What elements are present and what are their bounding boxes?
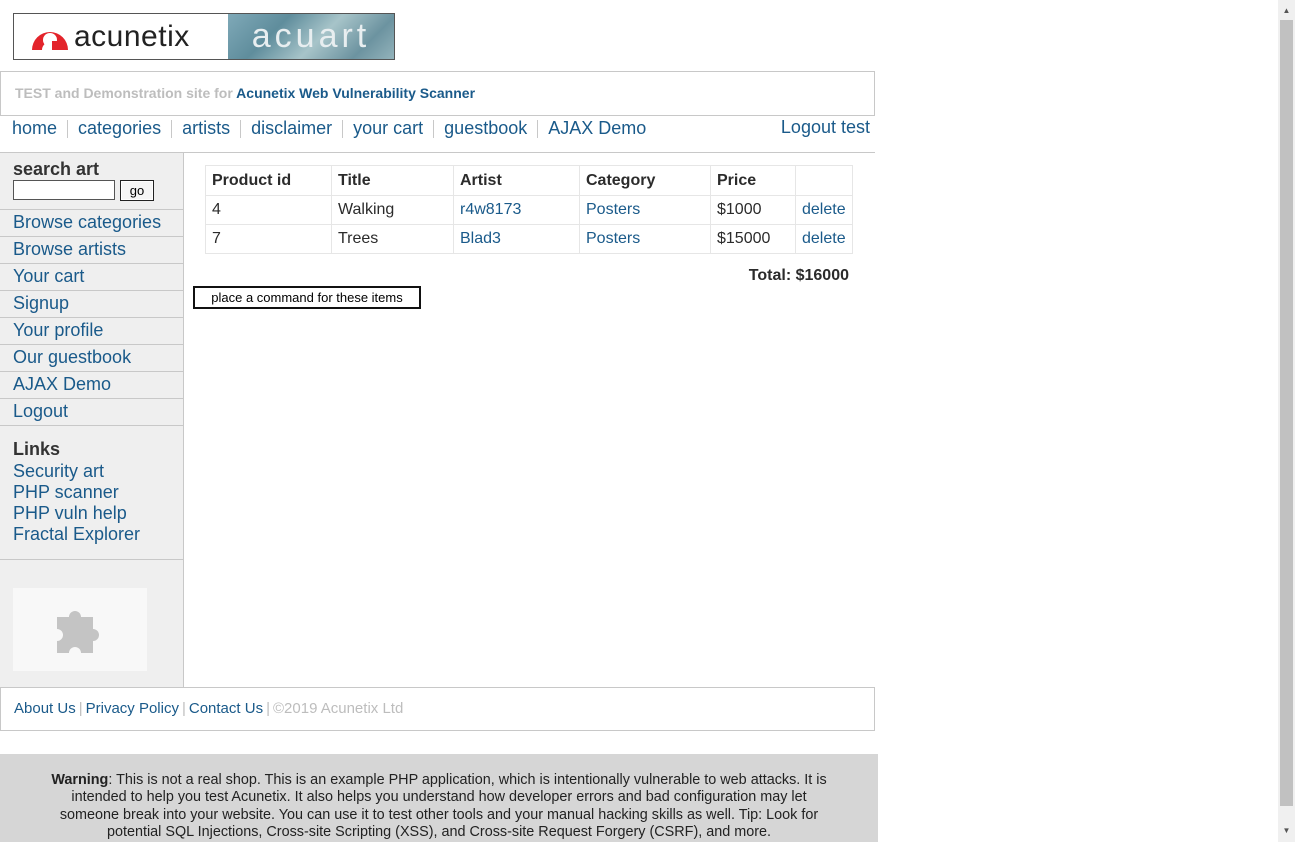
search-title: search art	[13, 159, 100, 179]
footer-contact-link[interactable]: Contact Us	[189, 700, 263, 717]
nav-your-cart[interactable]: your cart	[353, 118, 423, 139]
cell-price: $1000	[710, 195, 796, 225]
table-row: 4 Walking r4w8173 Posters $1000 delete	[205, 195, 853, 225]
scroll-up-arrow-icon[interactable]: ▲	[1278, 2, 1295, 19]
links-title: Links	[13, 439, 61, 459]
footer-privacy-link[interactable]: Privacy Policy	[86, 700, 179, 717]
cell-product-id: 4	[205, 195, 332, 225]
sidebar: search art go Browse categories Browse a…	[0, 153, 184, 687]
nav-guestbook[interactable]: guestbook	[444, 118, 527, 139]
acunetix-mark-icon	[32, 31, 68, 50]
acuart-banner: acuart	[228, 14, 394, 59]
warning-label: Warning	[51, 772, 109, 788]
tagline-brand-link[interactable]: Acunetix Web Vulnerability Scanner	[236, 85, 475, 101]
search-go-button[interactable]: go	[120, 180, 154, 201]
nav-categories[interactable]: categories	[78, 118, 161, 139]
place-order-button[interactable]: place a command for these items	[193, 286, 421, 309]
search-input[interactable]	[13, 180, 115, 200]
acuart-wordmark: acuart	[251, 17, 371, 55]
sidebar-item-browse-categories[interactable]: Browse categories	[13, 212, 161, 232]
nav-divider	[67, 119, 69, 138]
nav-logout-link[interactable]: Logout test	[781, 117, 870, 138]
link-fractal-explorer[interactable]: Fractal Explorer	[13, 524, 140, 544]
col-product-id: Product id	[205, 165, 332, 196]
delete-item-link[interactable]: delete	[802, 201, 846, 218]
acunetix-wordmark: acunetix	[74, 19, 190, 53]
cell-title: Trees	[331, 224, 454, 254]
nav-divider	[240, 119, 242, 138]
sidebar-item-logout[interactable]: Logout	[13, 401, 68, 421]
top-nav: home categories artists disclaimer your …	[0, 116, 875, 153]
cell-product-id: 7	[205, 224, 332, 254]
site-logo[interactable]: acunetix acuart	[13, 13, 395, 60]
sidebar-item-browse-artists[interactable]: Browse artists	[13, 239, 126, 259]
tagline-prefix: TEST and Demonstration site for	[15, 85, 237, 101]
search-form: search art go	[0, 153, 183, 210]
scrollbar-thumb[interactable]	[1280, 20, 1293, 806]
cell-category-link[interactable]: Posters	[586, 201, 640, 218]
table-header-row: Product id Title Artist Category Price	[205, 165, 853, 196]
sidebar-item-signup[interactable]: Signup	[13, 293, 69, 313]
link-security-art[interactable]: Security art	[13, 461, 104, 481]
col-category: Category	[579, 165, 711, 196]
sidebar-menu: Browse categories Browse artists Your ca…	[0, 210, 183, 426]
cell-artist-link[interactable]: Blad3	[460, 230, 501, 247]
footer-copyright: ©2019 Acunetix Ltd	[272, 700, 404, 717]
cart-table: Product id Title Artist Category Price 4…	[205, 165, 853, 254]
nav-divider	[433, 119, 435, 138]
col-artist: Artist	[453, 165, 580, 196]
table-row: 7 Trees Blad3 Posters $15000 delete	[205, 224, 853, 254]
warning-notice: Warning: This is not a real shop. This i…	[0, 754, 878, 842]
scroll-down-arrow-icon[interactable]: ▼	[1278, 822, 1295, 839]
cell-category-link[interactable]: Posters	[586, 230, 640, 247]
cell-artist-link[interactable]: r4w8173	[460, 201, 521, 218]
footer: About Us | Privacy Policy | Contact Us | ©2019…	[0, 687, 875, 731]
sidebar-item-our-guestbook[interactable]: Our guestbook	[13, 347, 131, 367]
sidebar-item-your-profile[interactable]: Your profile	[13, 320, 103, 340]
col-price: Price	[710, 165, 796, 196]
sidebar-links: Links Security art PHP scanner PHP vuln …	[0, 426, 183, 560]
nav-home[interactable]: home	[12, 118, 57, 139]
nav-disclaimer[interactable]: disclaimer	[251, 118, 332, 139]
footer-separator: |	[78, 700, 83, 717]
delete-item-link[interactable]: delete	[802, 230, 846, 247]
col-action	[795, 165, 853, 196]
puzzle-piece-icon	[57, 610, 99, 653]
footer-separator: |	[266, 700, 270, 717]
nav-divider	[171, 119, 173, 138]
nav-artists[interactable]: artists	[182, 118, 230, 139]
acunetix-logo: acunetix	[14, 14, 228, 59]
warning-text: : This is not a real shop. This is an ex…	[59, 772, 827, 840]
missing-plugin-placeholder	[13, 588, 147, 671]
nav-divider	[342, 119, 344, 138]
cell-title: Walking	[331, 195, 454, 225]
nav-divider	[537, 119, 539, 138]
col-title: Title	[331, 165, 454, 196]
link-php-scanner[interactable]: PHP scanner	[13, 482, 119, 502]
nav-ajax-demo[interactable]: AJAX Demo	[548, 118, 646, 139]
footer-separator: |	[181, 700, 186, 717]
footer-about-link[interactable]: About Us	[14, 700, 76, 717]
cell-price: $15000	[710, 224, 796, 254]
link-php-vuln-help[interactable]: PHP vuln help	[13, 503, 127, 523]
cart-total: Total: $16000	[748, 267, 849, 284]
vertical-scrollbar[interactable]: ▲ ▼	[1278, 0, 1295, 842]
sidebar-item-ajax-demo[interactable]: AJAX Demo	[13, 374, 111, 394]
sidebar-item-your-cart[interactable]: Your cart	[13, 266, 84, 286]
site-tagline: TEST and Demonstration site for Acunetix…	[0, 71, 875, 116]
